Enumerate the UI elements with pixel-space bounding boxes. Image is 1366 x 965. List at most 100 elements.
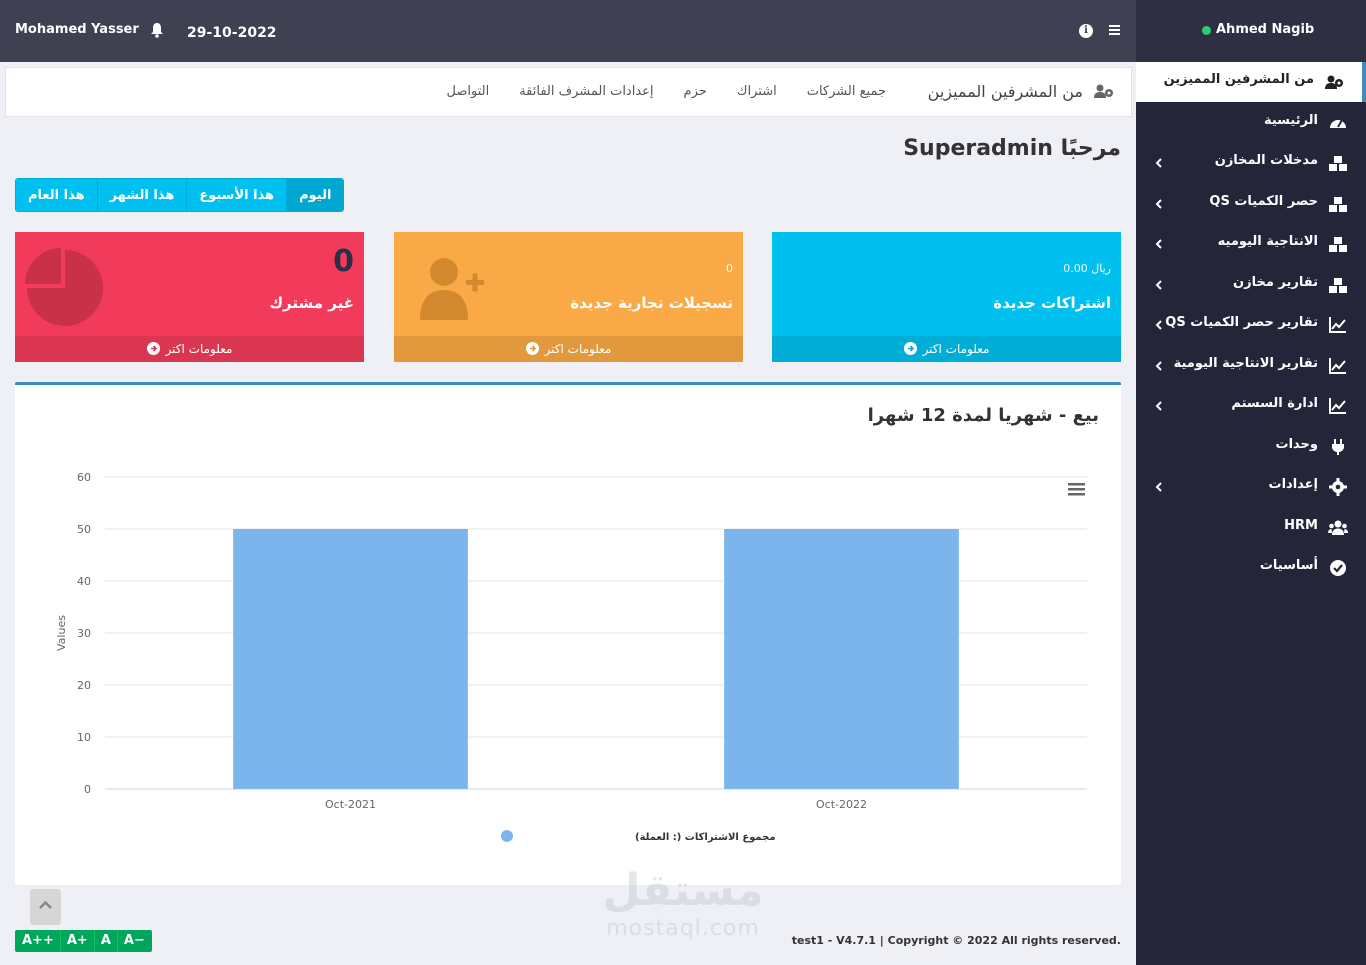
chevron-left-icon [1154, 236, 1164, 250]
bar [233, 529, 468, 789]
current-date: 29-10-2022 [187, 25, 277, 41]
chevron-left-icon [1154, 479, 1164, 493]
sidebar-item-label: من المشرفين المميزين [1163, 72, 1314, 87]
sidebar-item-9[interactable]: وحدات [1136, 427, 1366, 467]
stat-title: تسجيلات تجارية جديدة [570, 294, 733, 312]
watermark-logo: مستقل mostaql.com [602, 865, 764, 942]
sidebar-item-4[interactable]: الانتاجية اليوميه [1136, 224, 1366, 264]
font-increase-2-button[interactable]: A++ [16, 931, 60, 951]
check-circle-icon [1328, 558, 1348, 578]
line-chart-icon [1328, 315, 1348, 335]
nav-link-packages[interactable]: حزم [684, 84, 707, 99]
users-cog-icon [1093, 83, 1115, 103]
sidebar-item-6[interactable]: تقارير حصر الكميات QS [1136, 305, 1366, 345]
y-axis-label: Values [55, 615, 68, 651]
boxes-icon [1328, 234, 1348, 254]
boxes-icon [1328, 153, 1348, 173]
page-title: مرحبًا Superadmin [903, 136, 1121, 161]
sidebar-item-label: الرئيسية [1263, 112, 1318, 128]
y-tick-label: 40 [77, 575, 91, 588]
sidebar-item-10[interactable]: إعدادات [1136, 467, 1366, 507]
nav-link-superadmin-settings[interactable]: إعدادات المشرف الفائقة [519, 84, 653, 99]
hamburger-menu-icon[interactable] [1109, 25, 1120, 35]
chart-export-menu-icon[interactable] [1068, 483, 1085, 496]
bar-chart: 0 10 20 30 40 50 60 Values Oct-2021 Oct-2022 مجموع… [55, 471, 1087, 843]
sidebar-item-label: تقارير حصر الكميات QS [1165, 315, 1318, 330]
stat-unsubscribed: 0 غير مشترك معلومات اكتر [15, 232, 364, 362]
top-bar: Mohamed Yasser 29-10-2022 i [0, 0, 1136, 62]
boxes-icon [1328, 275, 1348, 295]
sidebar-user-panel: Ahmed Nagib [1136, 0, 1366, 62]
plug-icon [1328, 437, 1348, 457]
y-tick-label: 60 [77, 471, 91, 484]
stat-new-registrations: 0 تسجيلات تجارية جديدة معلومات اكتر [394, 232, 743, 362]
sidebar-item-label: الانتاجية اليوميه [1217, 234, 1318, 249]
line-chart-icon [1328, 396, 1348, 416]
period-week-button[interactable]: هذا الأسبوع [186, 179, 287, 211]
legend-marker [501, 830, 513, 842]
chevron-left-icon [1154, 196, 1164, 210]
chevron-left-icon [1154, 358, 1164, 372]
sidebar-item-7[interactable]: تقارير الانتاجية اليومية [1136, 346, 1366, 386]
x-tick-label: Oct-2022 [816, 798, 867, 811]
arrow-circle-right-icon [525, 342, 539, 355]
arrow-circle-right-icon [146, 342, 160, 355]
sidebar-item-3[interactable]: حصر الكميات QS [1136, 184, 1366, 224]
stat-more-info-link[interactable]: معلومات اكتر [772, 336, 1121, 362]
period-today-button[interactable]: اليوم [286, 179, 344, 211]
chevron-left-icon [1154, 155, 1164, 169]
sidebar-item-label: حصر الكميات QS [1209, 193, 1318, 209]
user-plus-icon [414, 250, 486, 326]
bell-icon[interactable] [150, 22, 164, 42]
sidebar-item-label: وحدات [1275, 436, 1318, 452]
stat-more-info-link[interactable]: معلومات اكتر [394, 336, 743, 362]
period-month-button[interactable]: هذا الشهر [96, 179, 187, 211]
font-decrease-button[interactable]: A− [116, 931, 151, 951]
chevron-left-icon [1154, 398, 1164, 412]
font-increase-button[interactable]: A+ [59, 931, 94, 951]
sidebar-item-label: HRM [1284, 517, 1318, 533]
sidebar-item-label: ادارة السستم [1231, 396, 1318, 411]
dashboard-gauge-icon [1328, 113, 1348, 133]
arrow-circle-right-icon [903, 342, 917, 355]
bar [724, 529, 959, 789]
y-tick-label: 20 [77, 679, 91, 692]
sidebar-item-1[interactable]: الرئيسية [1136, 103, 1366, 143]
period-year-button[interactable]: هذا العام [16, 179, 97, 211]
chevron-up-icon [39, 900, 52, 909]
sidebar-item-label: تقارير الانتاجية اليومية [1173, 355, 1318, 371]
sidebar-item-0[interactable]: من المشرفين المميزين [1136, 62, 1366, 102]
period-filter: هذا العام هذا الشهر هذا الأسبوع اليوم [15, 178, 345, 212]
sidebar-item-label: إعدادات [1268, 477, 1319, 492]
online-status-icon [1202, 26, 1211, 35]
x-tick-label: Oct-2021 [325, 798, 376, 811]
nav-brand[interactable]: من المشرفين المميزين [928, 82, 1083, 101]
y-tick-label: 50 [77, 523, 91, 536]
stat-title: غير مشترك [269, 294, 354, 312]
sidebar-item-label: أساسيات [1259, 558, 1318, 573]
nav-link-subscription[interactable]: اشتراك [737, 84, 777, 99]
sidebar-item-2[interactable]: مدخلات المخازن [1136, 143, 1366, 183]
nav-link-contact[interactable]: التواصل [446, 84, 489, 99]
font-reset-button[interactable]: A [93, 931, 117, 951]
sidebar-item-8[interactable]: ادارة السستم [1136, 386, 1366, 426]
stat-value: 0 [333, 244, 354, 279]
sidebar-user-name[interactable]: Ahmed Nagib [1216, 22, 1314, 37]
copyright-text: test1 - V4.7.1 | Copyright © 2022 All ri… [791, 934, 1121, 947]
legend-label: مجموع الاشتراكات (: العملة) [635, 832, 776, 843]
stat-title: اشتراكات جديدة [993, 294, 1111, 312]
chevron-left-icon [1154, 277, 1164, 291]
y-tick-label: 0 [84, 783, 91, 796]
nav-link-companies[interactable]: جميع الشركات [807, 84, 886, 99]
pie-chart-icon [25, 248, 107, 334]
boxes-icon [1328, 194, 1348, 214]
y-tick-label: 10 [77, 731, 91, 744]
line-chart-icon [1328, 356, 1348, 376]
scroll-to-top-button[interactable] [30, 889, 61, 925]
sidebar-item-11[interactable]: HRM [1136, 508, 1366, 548]
info-icon[interactable]: i [1079, 24, 1093, 38]
stat-more-info-link[interactable]: معلومات اكتر [15, 336, 364, 362]
sidebar-item-5[interactable]: تقارير مخازن [1136, 265, 1366, 305]
sidebar-item-12[interactable]: أساسيات [1136, 548, 1366, 588]
topbar-user-name[interactable]: Mohamed Yasser [15, 22, 139, 37]
